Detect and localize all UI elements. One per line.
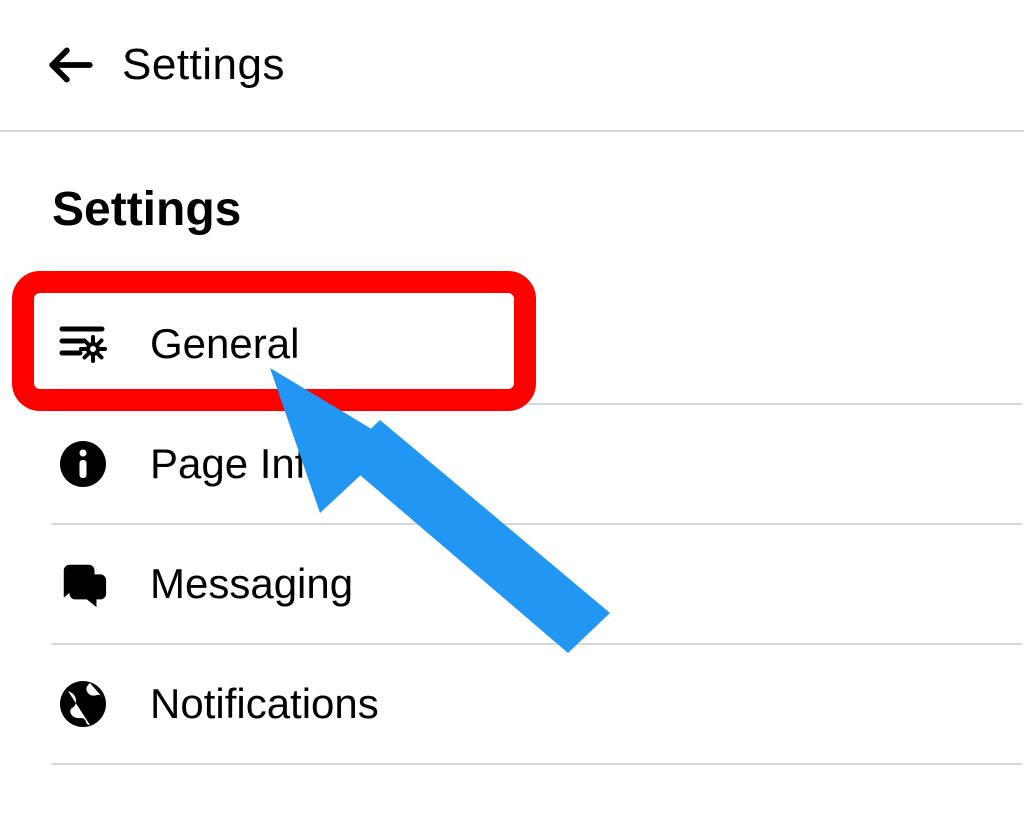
settings-list: General Page Info Messaging — [52, 285, 1022, 765]
info-icon — [58, 439, 108, 489]
messaging-icon — [58, 559, 108, 609]
settings-item-messaging[interactable]: Messaging — [52, 525, 1022, 645]
settings-item-label: Messaging — [150, 560, 353, 608]
back-arrow-icon — [46, 40, 96, 90]
settings-item-label: General — [150, 320, 299, 368]
settings-item-general[interactable]: General — [52, 285, 1022, 405]
settings-content: Settings — [0, 132, 1024, 765]
header-title: Settings — [122, 40, 285, 90]
back-button[interactable] — [44, 38, 98, 92]
header: Settings — [0, 0, 1024, 132]
settings-item-notifications[interactable]: Notifications — [52, 645, 1022, 765]
general-settings-icon — [58, 319, 108, 369]
settings-item-page-info[interactable]: Page Info — [52, 405, 1022, 525]
globe-icon — [58, 679, 108, 729]
section-title: Settings — [52, 182, 994, 237]
settings-item-label: Notifications — [150, 680, 379, 728]
settings-item-label: Page Info — [150, 440, 330, 488]
